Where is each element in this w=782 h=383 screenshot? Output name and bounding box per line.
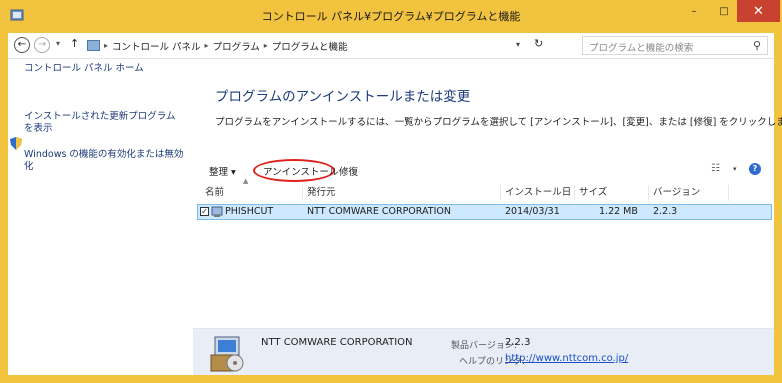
sort-ascending-icon: ▲ bbox=[243, 177, 249, 185]
content-area: コントロール パネル ホーム インストールされた更新プログラムを表示 Windo… bbox=[8, 59, 782, 375]
repair-button[interactable]: 修復 bbox=[339, 164, 358, 178]
cell-version: 2.2.3 bbox=[653, 206, 678, 217]
cell-install-date: 2014/03/31 bbox=[505, 206, 560, 217]
details-version: 2.2.3 bbox=[505, 337, 531, 348]
help-icon[interactable]: ? bbox=[749, 163, 761, 175]
view-options-icon[interactable]: ☷ bbox=[711, 163, 720, 174]
window: コントロール パネル¥プログラム¥プログラムと機能 – □ ✕ ← → ▾ ↑ … bbox=[0, 0, 782, 383]
row-checkbox[interactable]: ✓ bbox=[200, 207, 209, 216]
main-panel: プログラムのアンインストールまたは変更 プログラムをアンインストールするには、一… bbox=[193, 59, 782, 375]
window-title: コントロール パネル¥プログラム¥プログラムと機能 bbox=[261, 10, 521, 23]
details-help-link[interactable]: http://www.nttcom.co.jp/ bbox=[505, 353, 628, 364]
close-button[interactable]: ✕ bbox=[737, 0, 780, 22]
cell-publisher: NTT COMWARE CORPORATION bbox=[307, 206, 451, 217]
installer-icon bbox=[210, 336, 244, 372]
maximize-icon: □ bbox=[719, 5, 729, 17]
cell-size: 1.22 MB bbox=[599, 206, 638, 217]
forward-button[interactable]: → bbox=[34, 37, 50, 53]
search-input[interactable]: プログラムと機能の検索 ⚲ bbox=[582, 36, 768, 55]
control-panel-icon bbox=[87, 40, 100, 51]
breadcrumb-programs-and-features[interactable]: プログラムと機能 bbox=[272, 39, 348, 53]
sidebar: コントロール パネル ホーム インストールされた更新プログラムを表示 Windo… bbox=[8, 59, 193, 375]
address-bar[interactable]: ▸ コントロール パネル ▸ プログラム ▸ プログラムと機能 bbox=[86, 36, 556, 55]
uninstall-button[interactable]: アンインストール bbox=[263, 164, 338, 178]
title-bar[interactable]: コントロール パネル¥プログラム¥プログラムと機能 – □ ✕ bbox=[0, 0, 782, 32]
chevron-right-icon[interactable]: ▸ bbox=[205, 41, 209, 50]
breadcrumb-control-panel[interactable]: コントロール パネル bbox=[112, 39, 201, 53]
details-company: NTT COMWARE CORPORATION bbox=[261, 337, 413, 348]
chevron-right-icon[interactable]: ▸ bbox=[264, 41, 268, 50]
page-description: プログラムをアンインストールするには、一覧からプログラムを選択して [アンインス… bbox=[215, 117, 782, 128]
sidebar-item-installed-updates[interactable]: インストールされた更新プログラムを表示 bbox=[24, 111, 184, 135]
search-icon[interactable]: ⚲ bbox=[753, 39, 761, 52]
shield-icon bbox=[10, 137, 22, 150]
chevron-down-icon[interactable]: ▾ bbox=[733, 165, 737, 173]
details-pane: NTT COMWARE CORPORATION 製品バージョン: 2.2.3 ヘ… bbox=[193, 328, 774, 375]
column-header-install-date[interactable]: インストール日 bbox=[501, 185, 575, 201]
maximize-button[interactable]: □ bbox=[710, 0, 738, 22]
address-row: ← → ▾ ↑ ▸ コントロール パネル ▸ プログラム ▸ プログラムと機能 … bbox=[8, 33, 774, 59]
breadcrumb-programs[interactable]: プログラム bbox=[213, 39, 260, 53]
table-row[interactable]: ✓ PHISHCUT NTT COMWARE CORPORATION 2014/… bbox=[197, 204, 772, 220]
page-title: プログラムのアンインストールまたは変更 bbox=[215, 89, 471, 105]
sidebar-item-windows-features[interactable]: Windows の機能の有効化または無効化 bbox=[24, 149, 184, 173]
sidebar-item-home[interactable]: コントロール パネル ホーム bbox=[24, 63, 184, 75]
recent-pages-dropdown[interactable]: ▾ bbox=[56, 39, 60, 48]
organize-button[interactable]: 整理 ▾ bbox=[209, 164, 236, 178]
column-header-name[interactable]: 名前 bbox=[201, 185, 303, 201]
column-header-version[interactable]: バージョン bbox=[649, 185, 729, 201]
minimize-icon: – bbox=[691, 5, 697, 17]
close-icon: ✕ bbox=[753, 3, 764, 19]
address-dropdown[interactable]: ▾ bbox=[516, 40, 520, 49]
back-button[interactable]: ← bbox=[14, 37, 30, 53]
chevron-right-icon[interactable]: ▸ bbox=[104, 41, 108, 50]
up-button[interactable]: ↑ bbox=[70, 37, 79, 50]
command-bar: 整理 ▾ アンインストール 修復 ☷ ▾ ? bbox=[193, 157, 774, 183]
search-placeholder: プログラムと機能の検索 bbox=[589, 43, 694, 54]
refresh-icon[interactable]: ↻ bbox=[534, 37, 543, 50]
cell-name: PHISHCUT bbox=[225, 206, 274, 217]
minimize-button[interactable]: – bbox=[680, 0, 708, 22]
column-header-size[interactable]: サイズ bbox=[575, 185, 649, 201]
program-list: 名前 ▲ 発行元 インストール日 サイズ バージョン ✓ PHISHCUT NT… bbox=[193, 177, 774, 328]
column-header-publisher[interactable]: 発行元 bbox=[303, 185, 501, 201]
